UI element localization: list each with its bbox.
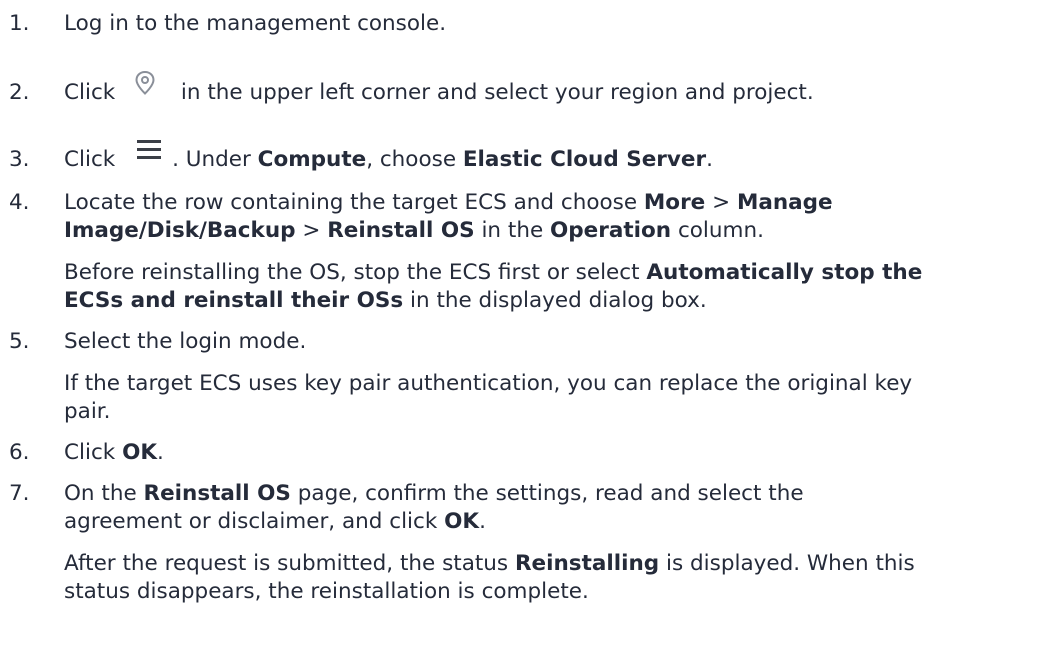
step-note-line: After the request is submitted, the stat… — [64, 551, 915, 576]
step-text-line: On the Reinstall OS page, confirm the se… — [64, 481, 804, 506]
step-note-line: pair. — [64, 399, 111, 424]
step-number: 2. — [9, 80, 30, 105]
step-number: 4. — [9, 190, 30, 215]
procedure-document: 1. Log in to the management console. 2. … — [0, 0, 1064, 649]
step-text-line: Select the login mode. — [64, 329, 307, 354]
step-note-line: Before reinstalling the OS, stop the ECS… — [64, 260, 923, 285]
hamburger-menu-icon — [132, 137, 166, 165]
step-text-line: Click OK. — [64, 440, 164, 465]
step-text-line: Image/Disk/Backup > Reinstall OS in the … — [64, 218, 764, 243]
step-text-line: agreement or disclaimer, and click OK. — [64, 509, 486, 534]
step-number: 5. — [9, 329, 30, 354]
step-note-line: ECSs and reinstall their OSs in the disp… — [64, 288, 707, 313]
step-number: 1. — [9, 11, 30, 36]
step-number: 3. — [9, 147, 30, 172]
step-text: Click in the upper left corner and selec… — [64, 70, 814, 107]
step-number: 6. — [9, 440, 30, 465]
step-note-line: status disappears, the reinstallation is… — [64, 579, 589, 604]
location-pin-icon — [128, 69, 162, 97]
step-text: Log in to the management console. — [64, 11, 447, 36]
step-text-line: Locate the row containing the target ECS… — [64, 190, 833, 215]
step-number: 7. — [9, 481, 30, 506]
step-text: Click . Under Compute, choose Elastic Cl… — [64, 140, 713, 174]
step-note-line: If the target ECS uses key pair authenti… — [64, 371, 913, 396]
